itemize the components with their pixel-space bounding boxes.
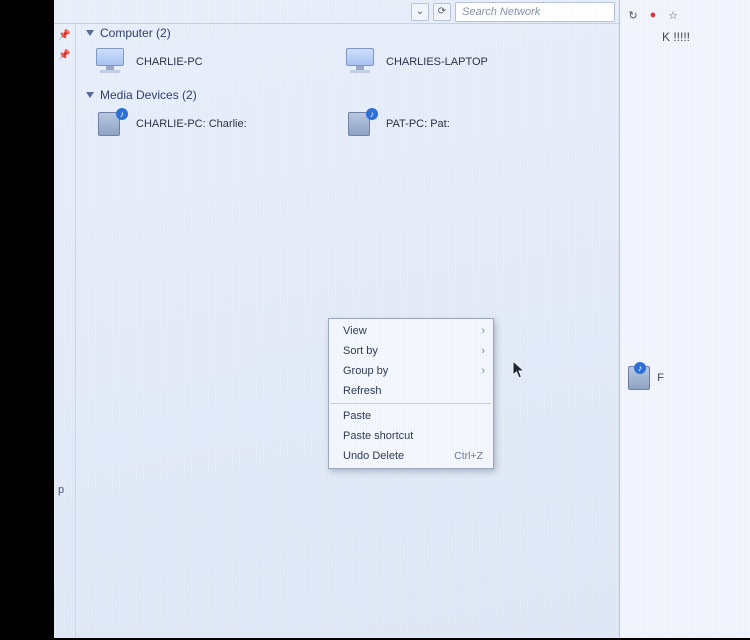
media-device-icon: ♪ (344, 110, 378, 138)
group-header-media-devices[interactable]: Media Devices (2) (86, 88, 613, 102)
collapse-triangle-icon (86, 30, 94, 36)
menu-item-view[interactable]: View (329, 321, 493, 341)
item-label: CHARLIES-LAPTOP (386, 56, 488, 68)
network-computer-item[interactable]: CHARLIES-LAPTOP (342, 44, 572, 80)
menu-item-group-by[interactable]: Group by (329, 361, 493, 381)
media-device-item[interactable]: ♪ CHARLIE-PC: Charlie: (92, 106, 322, 142)
explorer-content-area[interactable]: Computer (2) CHARLIE-PC CHARLIES-LAPTOP (76, 24, 619, 638)
item-label: CHARLIE-PC: Charlie: (136, 118, 247, 130)
group-label: Media Devices (2) (100, 88, 197, 102)
menu-item-paste-shortcut[interactable]: Paste shortcut (329, 426, 493, 446)
item-label: CHARLIE-PC (136, 56, 203, 68)
network-computer-item[interactable]: CHARLIE-PC (92, 44, 322, 80)
nav-letter: p (58, 484, 64, 496)
address-refresh-button[interactable]: ⟳ (433, 3, 451, 21)
menu-shortcut: Ctrl+Z (454, 450, 483, 462)
menu-separator (331, 403, 491, 404)
chevron-down-icon: ⌄ (416, 6, 424, 17)
desktop-screen: ↻ ● ☆ K !!!!! ♪ F ⌄ ⟳ Search Network 📌 (54, 0, 750, 638)
background-item-letter: F (657, 372, 664, 384)
menu-item-paste[interactable]: Paste (329, 406, 493, 426)
explorer-toolbar: ⌄ ⟳ Search Network (54, 0, 619, 24)
file-explorer-window: ⌄ ⟳ Search Network 📌 📌 p Computer (2) (54, 0, 620, 638)
group-label: Computer (2) (100, 26, 171, 40)
context-menu: View Sort by Group by Refresh Paste Past… (328, 318, 494, 469)
menu-item-refresh[interactable]: Refresh (329, 381, 493, 401)
favorite-star-icon[interactable]: ☆ (666, 8, 680, 22)
item-label: PAT-PC: Pat: (386, 118, 450, 130)
menu-item-sort-by[interactable]: Sort by (329, 341, 493, 361)
address-dropdown-button[interactable]: ⌄ (411, 3, 429, 21)
mouse-cursor-icon (512, 360, 526, 380)
pin-icon: 📌 (58, 50, 70, 61)
browser-toolbar: ↻ ● ☆ (620, 2, 750, 28)
menu-item-undo-delete[interactable]: Undo Delete Ctrl+Z (329, 446, 493, 466)
group-header-computer[interactable]: Computer (2) (86, 26, 613, 40)
media-device-item[interactable]: ♪ PAT-PC: Pat: (342, 106, 572, 142)
refresh-icon: ⟳ (438, 6, 446, 17)
computer-icon (94, 48, 128, 76)
media-device-icon: ♪ (94, 110, 128, 138)
background-browser-window: ↻ ● ☆ K !!!!! ♪ F (600, 0, 750, 638)
computer-icon (344, 48, 378, 76)
collapse-triangle-icon (86, 92, 94, 98)
pin-icon: 📌 (58, 30, 70, 41)
reload-icon[interactable]: ↻ (626, 8, 640, 22)
search-input[interactable]: Search Network (455, 2, 615, 22)
browser-tab-title-fragment: K !!!!! (662, 30, 690, 44)
adblock-icon[interactable]: ● (646, 8, 660, 22)
background-media-device-icon: ♪ (624, 364, 646, 386)
search-placeholder: Search Network (462, 6, 540, 18)
navigation-pane[interactable]: 📌 📌 p (54, 24, 76, 638)
